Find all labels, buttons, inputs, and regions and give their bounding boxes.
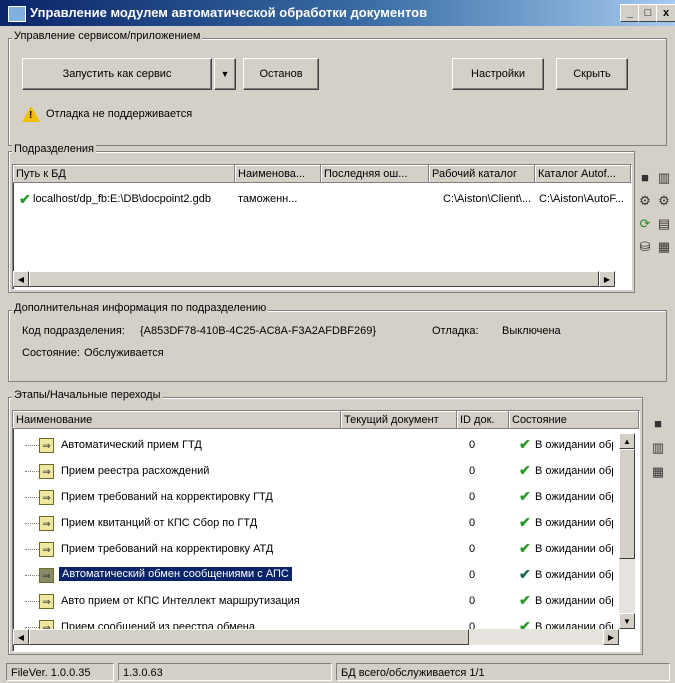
info-group-label: Дополнительная информация по подразделен… — [12, 302, 269, 314]
status-db: БД всего/обслуживается 1/1 — [336, 663, 670, 681]
step-icon: ⇒ — [39, 438, 54, 453]
message-icon[interactable]: ▦ — [650, 464, 666, 480]
minimize-button[interactable]: _ — [620, 4, 640, 22]
step-icon: ⇒ — [39, 542, 54, 557]
columns-icon[interactable]: ▥ — [650, 440, 666, 456]
state-label: Состояние: — [22, 347, 80, 359]
debug-value: Выключена — [502, 325, 561, 337]
settings-button[interactable]: Настройки — [452, 58, 544, 90]
status-filever: FileVer. 1.0.0.35 — [6, 663, 114, 681]
stop-square-icon[interactable]: ■ — [650, 416, 666, 432]
step-row[interactable]: ⇒ Авто прием от КПС Интеллект маршрутиза… — [13, 589, 613, 615]
step-row[interactable]: ⇒ Прием реестра расхождений 0 ✔ В ожидан… — [13, 459, 613, 485]
refresh-icon[interactable]: ⟳ — [637, 216, 653, 232]
step-icon: ⇒ — [39, 516, 54, 531]
col-autof-dir[interactable]: Каталог Autof... — [535, 165, 631, 183]
service-group — [8, 38, 667, 146]
run-mode-dropdown[interactable]: ▼ — [214, 58, 236, 90]
step-icon: ⇒ — [39, 568, 54, 583]
check-icon: ✔ — [519, 618, 531, 629]
check-icon: ✔ — [519, 592, 531, 608]
scroll-left-button[interactable]: ◀ — [13, 629, 29, 645]
step-icon: ⇒ — [39, 620, 54, 629]
departments-hscroll[interactable]: ◀ ▶ — [13, 271, 615, 287]
info-group — [8, 310, 667, 382]
scroll-thumb[interactable] — [29, 271, 599, 287]
col-step-name[interactable]: Наименование — [13, 411, 341, 429]
check-icon: ✔ — [519, 514, 531, 530]
status-version: 1.3.0.63 — [118, 663, 332, 681]
gear-alt-icon[interactable]: ⚙ — [656, 193, 672, 209]
steps-list[interactable]: Наименование Текущий документ ID док. Со… — [12, 410, 640, 652]
gear-icon[interactable]: ⚙ — [637, 193, 653, 209]
col-doc-id[interactable]: ID док. — [457, 411, 509, 429]
scroll-thumb[interactable] — [29, 629, 469, 645]
document-icon[interactable]: ▤ — [656, 216, 672, 232]
columns-icon[interactable]: ▥ — [656, 170, 672, 186]
scroll-down-button[interactable]: ▼ — [619, 613, 635, 629]
scroll-left-button[interactable]: ◀ — [13, 271, 29, 287]
window-title: Управление модулем автоматической обрабо… — [30, 5, 428, 20]
warning-text: Отладка не поддерживается — [46, 108, 193, 120]
col-name[interactable]: Наименова... — [235, 165, 321, 183]
steps-rows: ⇒ Автоматический прием ГТД 0 ✔ В ожидани… — [13, 433, 619, 629]
step-row-selected[interactable]: ⇒ Автоматический обмен сообщениями с АПС… — [13, 563, 613, 589]
col-current-doc[interactable]: Текущий документ — [341, 411, 457, 429]
run-as-service-button[interactable]: Запустить как сервис — [22, 58, 212, 90]
step-row[interactable]: ⇒ Прием квитанций от КПС Сбор по ГТД 0 ✔… — [13, 511, 613, 537]
code-label: Код подразделения: — [22, 325, 125, 337]
check-icon: ✔ — [519, 566, 531, 582]
check-icon: ✔ — [19, 191, 31, 207]
check-icon: ✔ — [519, 488, 531, 504]
stop-square-icon[interactable]: ■ — [637, 170, 653, 186]
scroll-up-button[interactable]: ▲ — [619, 433, 635, 449]
step-row[interactable]: ⇒ Прием требований на корректировку АТД … — [13, 537, 613, 563]
col-state[interactable]: Состояние — [509, 411, 639, 429]
hide-button[interactable]: Скрыть — [556, 58, 628, 90]
col-work-dir[interactable]: Рабочий каталог — [429, 165, 535, 183]
maximize-button[interactable]: □ — [638, 4, 658, 22]
step-row[interactable]: ⇒ Прием сообщений из реестра обмена 0 ✔ … — [13, 615, 613, 629]
service-group-label: Управление сервисом/приложением — [12, 30, 203, 42]
database-icon[interactable]: ⛁ — [637, 239, 653, 255]
code-value: {A853DF78-410B-4C25-AC8A-F3A2AFDBF269} — [140, 325, 377, 337]
stop-button[interactable]: Останов — [243, 58, 319, 90]
check-icon: ✔ — [519, 462, 531, 478]
step-icon: ⇒ — [39, 490, 54, 505]
close-button[interactable]: x — [656, 4, 675, 22]
departments-list[interactable]: Путь к БД Наименова... Последняя ош... Р… — [12, 164, 632, 290]
scroll-thumb[interactable] — [619, 449, 635, 559]
scroll-right-button[interactable]: ▶ — [599, 271, 615, 287]
steps-group-label: Этапы/Начальные переходы — [12, 389, 163, 401]
departments-group-label: Подразделения — [12, 143, 96, 155]
col-db-path[interactable]: Путь к БД — [13, 165, 235, 183]
app-icon — [8, 6, 26, 22]
step-row[interactable]: ⇒ Прием требований на корректировку ГТД … — [13, 485, 613, 511]
message-icon[interactable]: ▦ — [656, 239, 672, 255]
step-icon: ⇒ — [39, 464, 54, 479]
step-row[interactable]: ⇒ Автоматический прием ГТД 0 ✔ В ожидани… — [13, 433, 613, 459]
department-row[interactable]: ✔ localhost/dp_fb:E:\DB\docpoint2.gdb та… — [13, 189, 631, 213]
steps-vscroll[interactable]: ▲ ▼ — [619, 433, 635, 629]
col-last-error[interactable]: Последняя ош... — [321, 165, 429, 183]
state-value: Обслуживается — [84, 347, 164, 359]
debug-label: Отладка: — [432, 325, 479, 337]
check-icon: ✔ — [519, 540, 531, 556]
step-icon: ⇒ — [39, 594, 54, 609]
scroll-right-button[interactable]: ▶ — [603, 629, 619, 645]
check-icon: ✔ — [519, 436, 531, 452]
steps-hscroll[interactable]: ◀ ▶ — [13, 629, 619, 645]
